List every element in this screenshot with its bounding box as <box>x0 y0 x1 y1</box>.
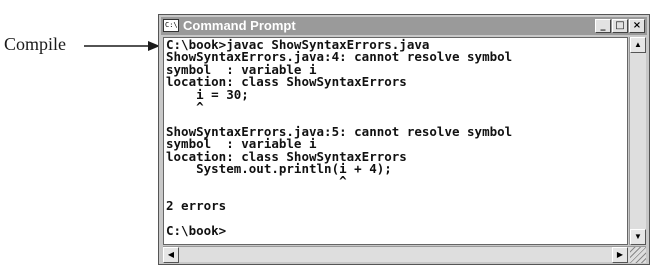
compile-annotation-label: Compile <box>4 34 66 54</box>
console-line: ^ <box>166 99 204 115</box>
scroll-down-arrow-icon: ▼ <box>634 232 642 241</box>
close-icon: × <box>632 20 642 31</box>
scroll-up-arrow-icon: ▲ <box>634 40 642 49</box>
minimize-button[interactable]: _ <box>595 19 611 33</box>
scroll-left-button[interactable]: ◀ <box>163 247 179 263</box>
console-line: C:\book> <box>166 223 227 239</box>
console-output[interactable]: C:\book>javac ShowSyntaxErrors.java Show… <box>163 37 628 245</box>
scroll-left-arrow-icon: ◀ <box>167 250 175 259</box>
scroll-right-button[interactable]: ▶ <box>612 247 628 263</box>
resize-grip-icon[interactable] <box>630 247 646 263</box>
scroll-right-arrow-icon: ▶ <box>616 250 624 259</box>
console-text: C:\book>javac ShowSyntaxErrors.java Show… <box>166 38 512 239</box>
maximize-button[interactable]: □ <box>612 19 628 33</box>
close-button[interactable]: × <box>629 19 645 33</box>
horizontal-scrollbar[interactable]: ◀ ▶ <box>163 246 646 263</box>
window-title: Command Prompt <box>183 18 296 33</box>
maximize-icon: □ <box>615 20 625 31</box>
vertical-scrollbar[interactable]: ▲ ▼ <box>629 37 646 245</box>
title-bar[interactable]: C:\ Command Prompt _ □ × <box>161 17 647 35</box>
console-line: 2 errors <box>166 198 227 214</box>
command-prompt-icon: C:\ <box>163 19 179 32</box>
scroll-down-button[interactable]: ▼ <box>630 229 646 245</box>
console-line: ^ <box>166 173 347 189</box>
annotation-arrow-icon <box>84 41 160 51</box>
minimize-icon: _ <box>600 20 606 31</box>
command-prompt-window: C:\ Command Prompt _ □ × C:\book>javac S… <box>158 14 650 265</box>
scroll-up-button[interactable]: ▲ <box>630 37 646 53</box>
